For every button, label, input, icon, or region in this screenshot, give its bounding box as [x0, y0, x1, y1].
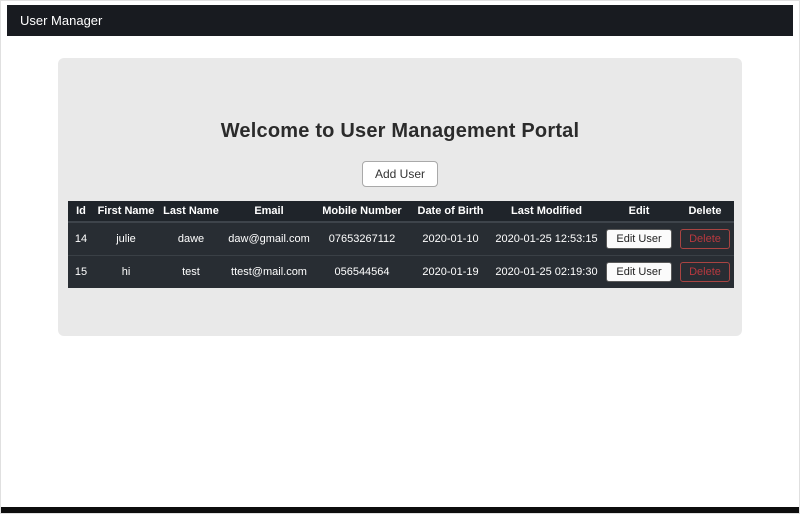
- cell-id: 14: [74, 233, 88, 245]
- add-user-row: Add User: [68, 161, 732, 187]
- content-card: Welcome to User Management Portal Add Us…: [58, 58, 742, 336]
- cell-email: daw@gmail.com: [228, 233, 310, 245]
- cell-delete: Delete: [676, 255, 734, 288]
- header-last-name: Last Name: [158, 201, 224, 223]
- header-id: Id: [68, 201, 94, 223]
- navbar: User Manager: [7, 5, 793, 36]
- page-title: Welcome to User Management Portal: [220, 120, 580, 142]
- cell-dob: 2020-01-19: [410, 255, 491, 288]
- cell-first-name: hi: [94, 255, 158, 288]
- users-table: Id First Name Last Name Email Mobile Num…: [68, 201, 734, 288]
- cell-id: 15: [68, 255, 94, 288]
- cell-email: ttest@mail.com: [224, 255, 314, 288]
- delete-user-button[interactable]: Delete: [680, 229, 730, 249]
- edit-user-button[interactable]: Edit User: [606, 229, 672, 249]
- cell-delete: Delete: [676, 222, 734, 256]
- cell-last-name: test: [158, 255, 224, 288]
- table-row: 14 julie dawe daw@gmail.com 07653267112 2020-…: [68, 222, 734, 256]
- cell-edit: Edit User: [602, 255, 676, 288]
- header-edit: Edit: [602, 201, 676, 223]
- delete-user-button[interactable]: Delete: [680, 262, 730, 282]
- cell-last-modified: 2020-01-25 12:53:15: [495, 233, 598, 245]
- cell-mobile: 07653267112: [328, 233, 396, 245]
- edit-user-button[interactable]: Edit User: [606, 262, 672, 282]
- cell-mobile: 056544564: [314, 255, 410, 288]
- table-row: 15 hi test ttest@mail.com 056544564 2020-01-1…: [68, 255, 734, 288]
- cell-dob: 2020-01-10: [422, 233, 479, 245]
- header-mobile: Mobile Number: [314, 201, 410, 223]
- header-dob: Date of Birth: [410, 201, 491, 223]
- header-first-name: First Name: [94, 201, 158, 223]
- cell-first-name: julie: [116, 233, 136, 245]
- bottom-edge-bar: [1, 507, 799, 513]
- table-header-row: Id First Name Last Name Email Mobile Num…: [68, 201, 734, 223]
- add-user-button[interactable]: Add User: [361, 161, 439, 187]
- cell-last-name: dawe: [177, 233, 205, 245]
- header-delete: Delete: [676, 201, 734, 223]
- app-title: User Manager: [20, 13, 103, 28]
- page: User Manager Welcome to User Management …: [1, 1, 799, 336]
- header-last-modified: Last Modified: [491, 201, 602, 223]
- cell-last-modified: 2020-01-25 02:19:30: [491, 255, 602, 288]
- cell-edit: Edit User: [602, 222, 676, 256]
- header-email: Email: [224, 201, 314, 223]
